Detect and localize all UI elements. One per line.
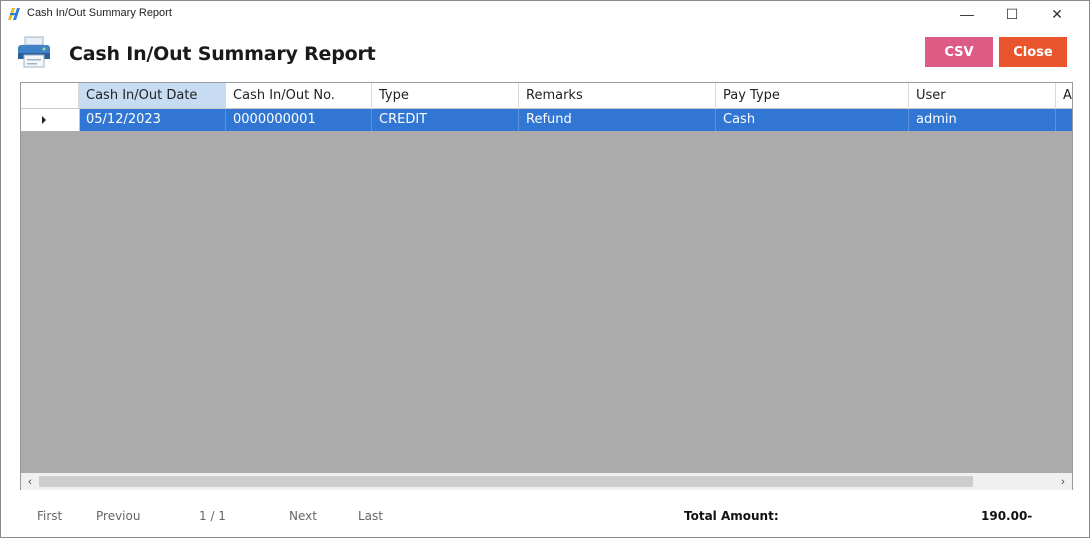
cell-pay-type[interactable]: Cash — [716, 109, 909, 131]
row-pointer-icon — [42, 116, 46, 124]
column-header-amount[interactable]: A — [1056, 83, 1072, 108]
app-logo-icon — [8, 8, 20, 20]
data-grid[interactable]: Cash In/Out Date Cash In/Out No. Type Re… — [20, 82, 1073, 490]
next-page-button[interactable]: Next — [289, 509, 317, 523]
row-header-corner — [21, 83, 79, 108]
title-bar: Cash In/Out Summary Report — ☐ ✕ — [1, 1, 1089, 27]
cell-date[interactable]: 05/12/2023 — [79, 109, 226, 131]
minimize-button[interactable]: — — [949, 1, 985, 27]
column-header-number[interactable]: Cash In/Out No. — [226, 83, 372, 108]
cell-user[interactable]: admin — [909, 109, 1056, 131]
grid-header: Cash In/Out Date Cash In/Out No. Type Re… — [21, 83, 1072, 109]
row-selector[interactable] — [21, 109, 80, 131]
table-row[interactable]: 05/12/2023 0000000001 CREDIT Refund Cash… — [21, 109, 1072, 131]
cell-amount[interactable] — [1056, 109, 1072, 131]
column-header-pay-type[interactable]: Pay Type — [716, 83, 909, 108]
maximize-button[interactable]: ☐ — [994, 1, 1030, 27]
csv-button[interactable]: CSV — [925, 37, 993, 67]
total-amount-label: Total Amount: — [684, 509, 779, 523]
previous-page-button[interactable]: Previou — [96, 509, 140, 523]
report-header: Cash In/Out Summary Report CSV Close — [1, 31, 1089, 75]
scroll-left-icon[interactable]: ‹ — [21, 473, 39, 490]
column-header-user[interactable]: User — [909, 83, 1056, 108]
report-footer: First Previou 1 / 1 Next Last Total Amou… — [1, 501, 1089, 531]
scroll-right-icon[interactable]: › — [1054, 473, 1072, 490]
column-header-date[interactable]: Cash In/Out Date — [79, 83, 226, 108]
printer-icon — [18, 36, 50, 68]
column-header-type[interactable]: Type — [372, 83, 519, 108]
window-title: Cash In/Out Summary Report — [27, 7, 172, 19]
report-title: Cash In/Out Summary Report — [69, 43, 376, 65]
cell-remarks[interactable]: Refund — [519, 109, 716, 131]
cell-number[interactable]: 0000000001 — [226, 109, 372, 131]
report-window: Cash In/Out Summary Report — ☐ ✕ Cash In… — [0, 0, 1090, 538]
page-indicator: 1 / 1 — [199, 509, 226, 523]
column-header-remarks[interactable]: Remarks — [519, 83, 716, 108]
cell-type[interactable]: CREDIT — [372, 109, 519, 131]
horizontal-scrollbar[interactable]: ‹ › — [20, 473, 1073, 490]
scrollbar-thumb[interactable] — [39, 476, 973, 487]
last-page-button[interactable]: Last — [358, 509, 383, 523]
first-page-button[interactable]: First — [37, 509, 62, 523]
total-amount-value: 190.00- — [981, 509, 1033, 523]
close-button[interactable]: Close — [999, 37, 1067, 67]
window-close-button[interactable]: ✕ — [1039, 1, 1075, 27]
